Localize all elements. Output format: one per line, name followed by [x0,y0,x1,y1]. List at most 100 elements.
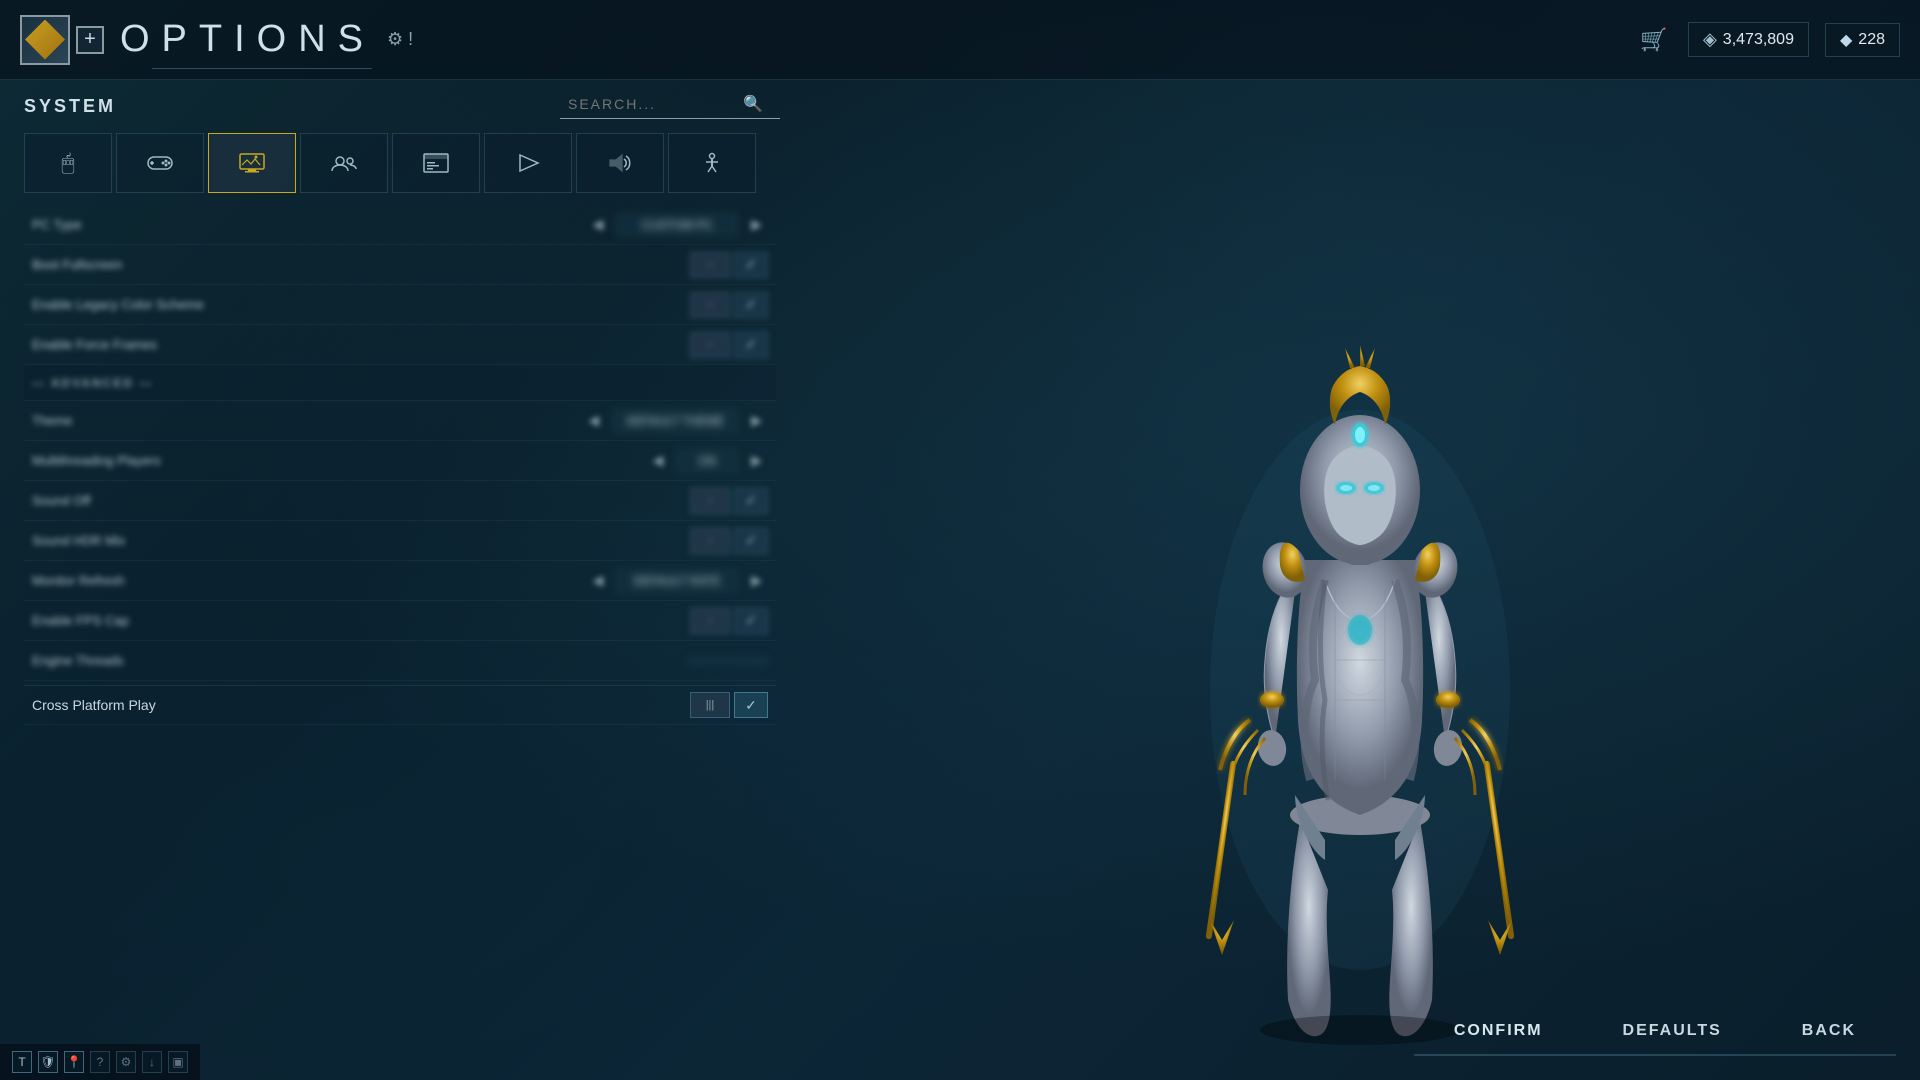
setting-label-force-frames: Enable Force Frames [32,337,690,352]
setting-fps-cap: Enable FPS Cap ○ ✓ [24,601,776,641]
tab-accessibility[interactable] [668,133,756,193]
setting-label-sound-off: Sound Off [32,493,690,508]
multi-arrow-left[interactable]: ◀ [646,452,669,469]
section-header-label: — ADVANCED — [32,376,153,390]
toggle-fps-cap: ○ ✓ [690,608,768,634]
tab-display[interactable] [208,133,296,193]
section-header-advanced: — ADVANCED — [24,365,776,401]
setting-label-engine-threads: Engine Threads [32,653,688,668]
sound-off-toggle-on[interactable]: ✓ [734,488,768,514]
toggle-on-btn[interactable]: ✓ [734,252,768,278]
setting-label-theme: Theme [32,413,582,428]
taskbar-icon-help[interactable]: ? [90,1051,110,1073]
refresh-arrow-right[interactable]: ▶ [745,572,768,589]
setting-control-engine-threads [688,657,768,665]
toggle-legacy-color: ○ ✓ [690,292,768,318]
confirm-button[interactable]: CONFIRM [1414,1006,1583,1056]
refresh-arrow-left[interactable]: ◀ [586,572,609,589]
defaults-button[interactable]: DEFAULTS [1583,1006,1762,1056]
add-character-button[interactable]: + [76,26,104,54]
theme-value: DEFAULT THEME [613,410,737,432]
setting-label-sound-hdr: Sound HDR Mix [32,533,690,548]
credits-badge: ◈ 3,473,809 [1688,22,1809,57]
tab-interface[interactable] [392,133,480,193]
taskbar-icon-hud[interactable]: T [12,1051,32,1073]
setting-label-boot-fullscreen: Boot Fullscreen [32,257,690,272]
settings-icon: ⚙ ! [387,29,413,50]
toggle-force-frames-on[interactable]: ✓ [734,332,768,358]
character-art [1150,240,1570,1060]
setting-boot-fullscreen: Boot Fullscreen ○ ✓ [24,245,776,285]
toggle-cross-platform[interactable]: ||| ✓ [690,692,768,718]
toggle-sound-hdr: ○ ✓ [690,528,768,554]
section-label: SYSTEM [24,96,776,117]
tab-social[interactable] [300,133,388,193]
engine-threads-value [688,657,768,665]
tabs-row: 🖱 [24,133,776,193]
platinum-icon: ◆ [1840,30,1852,50]
setting-label-monitor-refresh: Monitor Refresh [32,573,586,588]
sound-off-toggle-off[interactable]: ○ [690,488,730,514]
setting-engine-threads: Engine Threads [24,641,776,681]
multi-arrow-right[interactable]: ▶ [745,452,768,469]
fps-cap-toggle-off[interactable]: ○ [690,608,730,634]
taskbar-icon-download[interactable]: ↓ [142,1051,162,1073]
setting-label-pc-type: PC Type [32,217,586,232]
sound-hdr-toggle-on[interactable]: ✓ [734,528,768,554]
setting-sound-hdr: Sound HDR Mix ○ ✓ [24,521,776,561]
setting-label-multithreading: Multithreading Players [32,453,646,468]
tab-audio[interactable] [576,133,664,193]
taskbar-icon-gear[interactable]: ⚙ [116,1051,136,1073]
left-panel: SYSTEM 🖱 [0,80,800,1080]
toggle-legacy-on[interactable]: ✓ [734,292,768,318]
tab-controller[interactable] [116,133,204,193]
setting-cross-platform: Cross Platform Play ||| ✓ [24,685,776,725]
arrow-left-btn[interactable]: ◀ [586,216,609,233]
character-display [800,80,1920,1080]
platinum-badge: ◆ 228 [1825,23,1900,57]
taskbar-icon-location[interactable]: 📍 [64,1051,84,1073]
settings-list: PC Type ◀ CUSTOM PC ▶ Boot Fullscreen ○ … [24,205,776,1064]
toggle-legacy-off[interactable]: ○ [690,292,730,318]
title-underline [152,68,372,69]
setting-theme: Theme ◀ DEFAULT THEME ▶ [24,401,776,441]
theme-arrow-right[interactable]: ▶ [745,412,768,429]
top-right-hud: 🛒 ◈ 3,473,809 ◆ 228 [1636,22,1900,58]
setting-control-monitor-refresh: ◀ DEFAULT RATE ▶ [586,570,768,592]
sound-hdr-toggle-off[interactable]: ○ [690,528,730,554]
setting-multithreading: Multithreading Players ◀ ON ▶ [24,441,776,481]
toggle-off-btn[interactable]: ○ [690,252,730,278]
theme-arrow-left[interactable]: ◀ [582,412,605,429]
setting-legacy-color: Enable Legacy Color Scheme ○ ✓ [24,285,776,325]
fps-cap-toggle-on[interactable]: ✓ [734,608,768,634]
bottom-buttons: CONFIRM DEFAULTS BACK [1414,1006,1896,1056]
refresh-value: DEFAULT RATE [617,570,737,592]
main-content: SYSTEM 🖱 [0,80,1920,1080]
toggle-force-frames: ○ ✓ [690,332,768,358]
setting-sound-off: Sound Off ○ ✓ [24,481,776,521]
multi-value: ON [677,450,737,472]
avatar [20,15,70,65]
cross-platform-toggle-on[interactable]: ✓ [734,692,768,718]
toggle-boot-fullscreen: ○ ✓ [690,252,768,278]
tab-gameplay[interactable] [484,133,572,193]
pc-type-value: CUSTOM PC [617,214,737,236]
taskbar-icon-grid[interactable]: ▣ [168,1051,188,1073]
platinum-value: 228 [1858,31,1885,49]
toggle-sound-off: ○ ✓ [690,488,768,514]
setting-pc-type: PC Type ◀ CUSTOM PC ▶ [24,205,776,245]
setting-label-cross-platform: Cross Platform Play [32,697,690,713]
toggle-force-frames-off[interactable]: ○ [690,332,730,358]
credits-icon: ◈ [1703,29,1717,50]
setting-monitor-refresh: Monitor Refresh ◀ DEFAULT RATE ▶ [24,561,776,601]
arrow-right-btn[interactable]: ▶ [745,216,768,233]
tab-mouse[interactable]: 🖱 [24,133,112,193]
cart-icon[interactable]: 🛒 [1636,22,1672,58]
setting-label-legacy-color: Enable Legacy Color Scheme [32,297,690,312]
cross-platform-toggle-off[interactable]: ||| [690,692,730,718]
setting-control-multithreading: ◀ ON ▶ [646,450,768,472]
back-button[interactable]: BACK [1762,1006,1896,1056]
setting-label-fps-cap: Enable FPS Cap [32,613,690,628]
taskbar-icon-shield[interactable]: 🛡 [38,1051,58,1073]
setting-control-theme: ◀ DEFAULT THEME ▶ [582,410,768,432]
